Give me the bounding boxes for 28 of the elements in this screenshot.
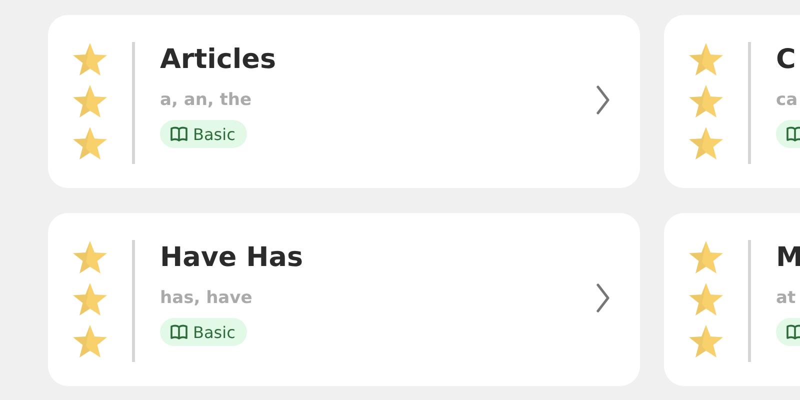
star-icon <box>72 324 108 360</box>
book-icon <box>170 324 188 340</box>
level-badge: Basic <box>160 318 248 346</box>
lesson-card[interactable]: Have Has has, have Basic <box>48 213 640 386</box>
star-icon <box>688 42 724 78</box>
star-icon <box>688 240 724 276</box>
star-icon <box>688 324 724 360</box>
lesson-words: ca <box>776 89 798 112</box>
lesson-card[interactable]: C ca <box>664 15 800 188</box>
lesson-card[interactable]: Articles a, an, the Basic <box>48 15 640 188</box>
star-icon <box>688 84 724 120</box>
lesson-words: at <box>776 287 796 310</box>
star-icon <box>688 282 724 318</box>
lesson-words: has, have <box>160 287 252 310</box>
star-icon <box>688 126 724 162</box>
level-badge: Basic <box>160 120 248 148</box>
book-icon <box>170 126 188 142</box>
book-icon <box>786 324 800 340</box>
star-icon <box>72 282 108 318</box>
lesson-title: Have Has <box>160 241 304 275</box>
star-icon <box>72 126 108 162</box>
lesson-title: Articles <box>160 43 276 77</box>
lesson-title: C <box>776 43 796 77</box>
book-icon <box>786 126 800 142</box>
star-icon <box>72 84 108 120</box>
star-icon <box>72 240 108 276</box>
star-icon <box>72 42 108 78</box>
lesson-words: a, an, the <box>160 89 252 112</box>
